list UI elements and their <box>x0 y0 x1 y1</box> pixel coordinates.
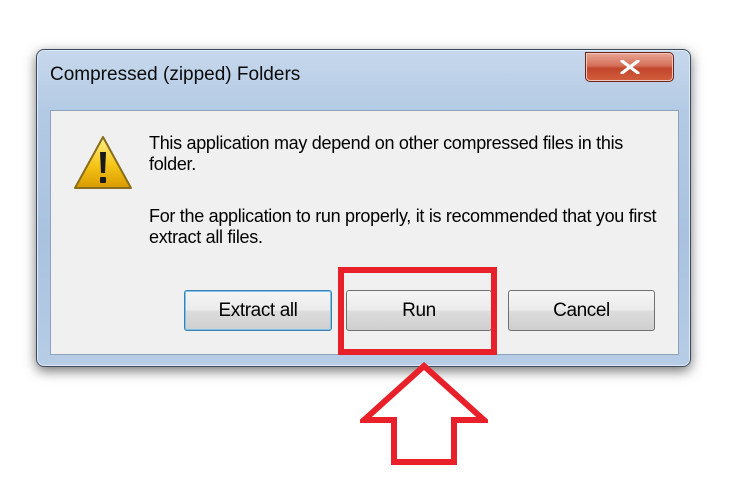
run-highlight-box <box>338 267 497 355</box>
close-icon <box>620 60 640 74</box>
up-arrow-icon <box>360 362 488 465</box>
warning-icon <box>74 136 132 189</box>
message-recommendation: For the application to run properly, it … <box>149 206 657 247</box>
close-button[interactable] <box>585 52 674 82</box>
cancel-button[interactable]: Cancel <box>508 290 655 331</box>
message-dependency: This application may depend on other com… <box>149 133 623 174</box>
dialog-title: Compressed (zipped) Folders <box>50 64 301 85</box>
extract-all-button[interactable]: Extract all <box>184 290 332 331</box>
